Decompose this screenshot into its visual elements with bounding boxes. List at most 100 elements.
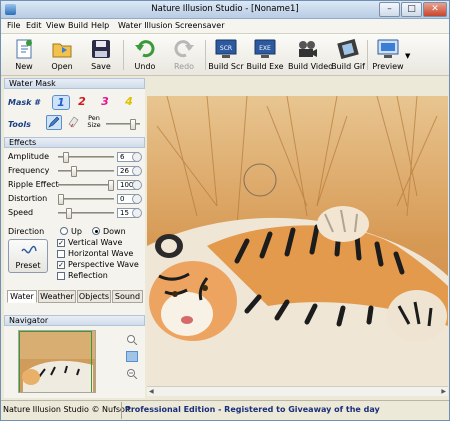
mask-4-button[interactable]: 4: [120, 95, 138, 110]
svg-text:EXE: EXE: [259, 45, 271, 52]
navigator-header: Navigator: [4, 315, 145, 326]
status-divider: [121, 402, 122, 419]
reflection-label: Reflection: [68, 271, 108, 280]
frequency-spin-button[interactable]: [132, 166, 142, 176]
menu-water-illusion-screensaver[interactable]: Water Illusion Screensaver: [118, 21, 224, 30]
frequency-slider[interactable]: [58, 166, 114, 177]
distortion-spin-button[interactable]: [132, 194, 142, 204]
mask-1-button[interactable]: 1: [52, 95, 70, 110]
distortion-slider[interactable]: [58, 194, 114, 205]
scroll-right-arrow-icon[interactable]: ▶: [441, 388, 446, 395]
speed-slider-thumb[interactable]: [66, 208, 72, 219]
pen-size-slider-thumb[interactable]: [130, 119, 136, 130]
vertical-wave-checkbox[interactable]: ✓: [57, 239, 65, 247]
new-button[interactable]: New: [11, 37, 37, 75]
fit-view-icon[interactable]: [126, 351, 138, 362]
redo-arrow-icon: [174, 40, 194, 58]
undo-button[interactable]: Undo: [132, 37, 158, 75]
eraser-tool-button[interactable]: [66, 115, 82, 130]
perspective-wave-label: Perspective Wave: [68, 260, 139, 269]
direction-up-label: Up: [71, 227, 82, 236]
frequency-label: Frequency: [8, 166, 50, 175]
direction-down-label: Down: [103, 227, 126, 236]
maximize-button[interactable]: □: [401, 2, 422, 17]
distortion-label: Distortion: [8, 194, 48, 203]
reflection-checkbox[interactable]: [57, 272, 65, 280]
speed-slider[interactable]: [58, 208, 114, 219]
menu-help[interactable]: Help: [91, 21, 109, 30]
tab-objects[interactable]: Objects: [77, 290, 111, 303]
toolbar-separator: [123, 40, 124, 70]
svg-text:SCR: SCR: [220, 45, 232, 52]
mask-3-button[interactable]: 3: [96, 95, 114, 110]
amplitude-slider-thumb[interactable]: [63, 152, 69, 163]
tab-water[interactable]: Water: [7, 290, 37, 303]
wave-icon: [21, 245, 37, 254]
menu-file[interactable]: File: [7, 21, 20, 30]
minimize-button[interactable]: –: [379, 2, 400, 17]
navigator-preview-image: [19, 331, 95, 392]
mask-label: Mask #: [8, 98, 40, 107]
monitor-exe-icon: EXE: [254, 39, 276, 58]
distortion-slider-thumb[interactable]: [58, 194, 64, 205]
pen-icon: [48, 116, 60, 128]
direction-up-radio[interactable]: [60, 227, 68, 235]
app-window: Nature Illusion Studio - [Noname1] – □ ✕…: [0, 0, 450, 421]
menu-view[interactable]: View: [46, 21, 65, 30]
pen-size-slider[interactable]: [106, 119, 140, 130]
perspective-wave-checkbox[interactable]: ✓: [57, 261, 65, 269]
monitor-scr-icon: SCR: [215, 39, 237, 58]
canvas-horizontal-scrollbar[interactable]: ◀ ▶: [147, 386, 448, 396]
tab-sound[interactable]: Sound: [112, 290, 143, 303]
navigator-thumbnail[interactable]: [18, 330, 96, 393]
effects-header: Effects: [4, 137, 145, 148]
menu-edit[interactable]: Edit: [26, 21, 42, 30]
menu-bar: File Edit View Build Help Water Illusion…: [1, 19, 449, 34]
direction-label: Direction: [8, 227, 45, 236]
eraser-icon: [68, 116, 79, 128]
build-video-button[interactable]: Build Video: [288, 37, 333, 75]
open-folder-icon: [52, 43, 72, 58]
status-copyright: Nature Illusion Studio © Nufsoft: [3, 405, 131, 414]
build-exe-button[interactable]: EXE Build Exe: [246, 37, 284, 75]
ripple-effect-slider-thumb[interactable]: [108, 180, 114, 191]
title-bar[interactable]: Nature Illusion Studio - [Noname1] – □ ✕: [1, 1, 449, 19]
build-gif-button[interactable]: Build Gif: [331, 37, 365, 75]
ripple-effect-slider[interactable]: [58, 180, 114, 191]
new-file-icon: [16, 39, 32, 59]
horizontal-wave-label: Horizontal Wave: [68, 249, 134, 258]
build-scr-button[interactable]: SCR Build Scr: [208, 37, 244, 75]
amplitude-slider[interactable]: [58, 152, 114, 163]
tab-weather[interactable]: Weather: [38, 290, 76, 303]
toolbar-separator: [367, 40, 368, 70]
redo-button[interactable]: Redo: [171, 37, 197, 75]
frequency-slider-thumb[interactable]: [71, 166, 77, 177]
zoom-out-icon[interactable]: [126, 368, 138, 380]
zoom-in-icon[interactable]: [126, 334, 138, 346]
pen-tool-button[interactable]: [46, 115, 62, 130]
preview-monitor-icon: [377, 39, 399, 58]
direction-down-radio[interactable]: [92, 227, 100, 235]
vertical-wave-label: Vertical Wave: [68, 238, 123, 247]
speed-spin-button[interactable]: [132, 208, 142, 218]
water-mask-header: Water Mask: [4, 78, 145, 89]
status-edition: Professional Edition - Registered to Giv…: [125, 405, 380, 414]
tiger-image: [147, 96, 448, 386]
undo-arrow-icon: [135, 40, 155, 58]
mask-2-button[interactable]: 2: [73, 95, 91, 110]
main-toolbar: New Open Save Undo Redo SCR Build Scr EX…: [1, 34, 449, 76]
toolbar-separator: [205, 40, 206, 70]
save-button[interactable]: Save: [88, 37, 114, 75]
preview-button[interactable]: Preview: [372, 37, 404, 75]
scroll-left-arrow-icon[interactable]: ◀: [149, 388, 154, 395]
horizontal-wave-checkbox[interactable]: [57, 250, 65, 258]
amplitude-spin-button[interactable]: [132, 152, 142, 162]
image-canvas[interactable]: [147, 96, 448, 386]
ripple-effect-spin-button[interactable]: [132, 180, 142, 190]
preset-button[interactable]: Preset: [8, 239, 48, 273]
preview-dropdown-arrow-icon[interactable]: ▼: [405, 52, 410, 60]
open-button[interactable]: Open: [49, 37, 75, 75]
menu-build[interactable]: Build: [68, 21, 88, 30]
ripple-effect-label: Ripple Effect: [8, 180, 59, 189]
close-button[interactable]: ✕: [423, 2, 447, 17]
